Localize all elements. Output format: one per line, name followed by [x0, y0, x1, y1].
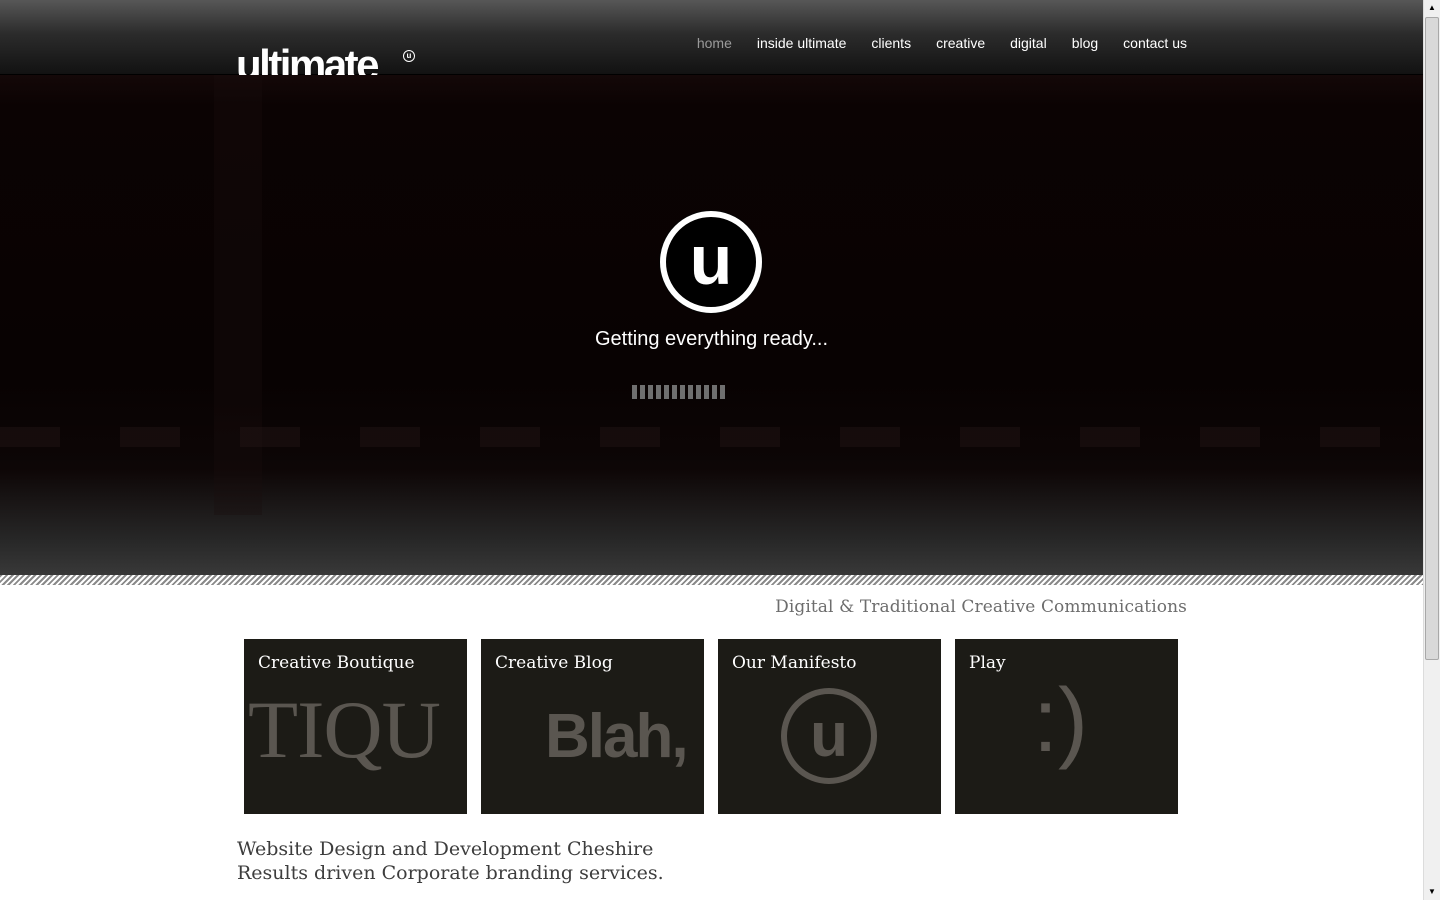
u-logo-icon: u: [781, 688, 877, 784]
progress-segment: [720, 385, 725, 399]
scrollbar-thumb[interactable]: [1425, 17, 1439, 660]
smiley-icon: :): [1033, 671, 1088, 771]
loading-message: Getting everything ready...: [594, 328, 829, 350]
intro-line-1: Website Design and Development Cheshire: [237, 838, 654, 860]
nav-home[interactable]: home: [697, 35, 732, 51]
tile-our-manifesto[interactable]: u Our Manifesto: [718, 639, 941, 814]
svg-text:u: u: [810, 701, 848, 770]
progress-segment: [664, 385, 669, 399]
progress-segment: [632, 385, 637, 399]
loading-progress-bar: [632, 385, 725, 399]
tile-title: Our Manifesto: [732, 653, 857, 673]
nav-creative[interactable]: creative: [936, 35, 985, 51]
tile-title: Creative Blog: [495, 653, 613, 673]
tile-art-text: Blah,: [545, 702, 689, 771]
progress-segment: [696, 385, 701, 399]
progress-segment: [680, 385, 685, 399]
nav-inside-ultimate[interactable]: inside ultimate: [757, 35, 847, 51]
progress-segment: [688, 385, 693, 399]
u-logo-letter: u: [690, 221, 733, 299]
vertical-scrollbar[interactable]: ▲ ▼: [1423, 0, 1440, 900]
hero-background-stripe: [0, 427, 1423, 447]
progress-segment: [704, 385, 709, 399]
intro-line-2: Results driven Corporate branding servic…: [237, 862, 664, 884]
nav-contact-us[interactable]: contact us: [1123, 35, 1187, 51]
tile-art-text: TIQU: [248, 684, 441, 775]
page: ultimate u home inside ultimate clients …: [0, 0, 1423, 900]
tile-creative-boutique[interactable]: TIQU Creative Boutique: [244, 639, 467, 814]
arrow-down-icon[interactable]: ▼: [1424, 884, 1440, 900]
progress-segment: [648, 385, 653, 399]
nav-clients[interactable]: clients: [871, 35, 911, 51]
tagline: Digital & Traditional Creative Communica…: [775, 597, 1187, 617]
main-nav: home inside ultimate clients creative di…: [697, 35, 1187, 51]
site-header: ultimate u home inside ultimate clients …: [0, 0, 1423, 86]
tile-creative-blog[interactable]: Blah, Creative Blog: [481, 639, 704, 814]
u-logo-icon: u: [659, 210, 763, 314]
progress-segment: [656, 385, 661, 399]
progress-segment: [712, 385, 717, 399]
tile-play[interactable]: :) Play: [955, 639, 1178, 814]
progress-segment: [640, 385, 645, 399]
tile-title: Creative Boutique: [258, 653, 415, 673]
nav-blog[interactable]: blog: [1072, 35, 1098, 51]
tile-title: Play: [969, 653, 1006, 673]
logo-badge-icon: u: [403, 50, 415, 62]
progress-segment: [672, 385, 677, 399]
intro-text: Website Design and Development Cheshire …: [237, 837, 664, 885]
hero-divider: [0, 575, 1423, 585]
arrow-up-icon[interactable]: ▲: [1424, 0, 1440, 16]
nav-digital[interactable]: digital: [1010, 35, 1047, 51]
hero-background-pole: [214, 75, 262, 515]
